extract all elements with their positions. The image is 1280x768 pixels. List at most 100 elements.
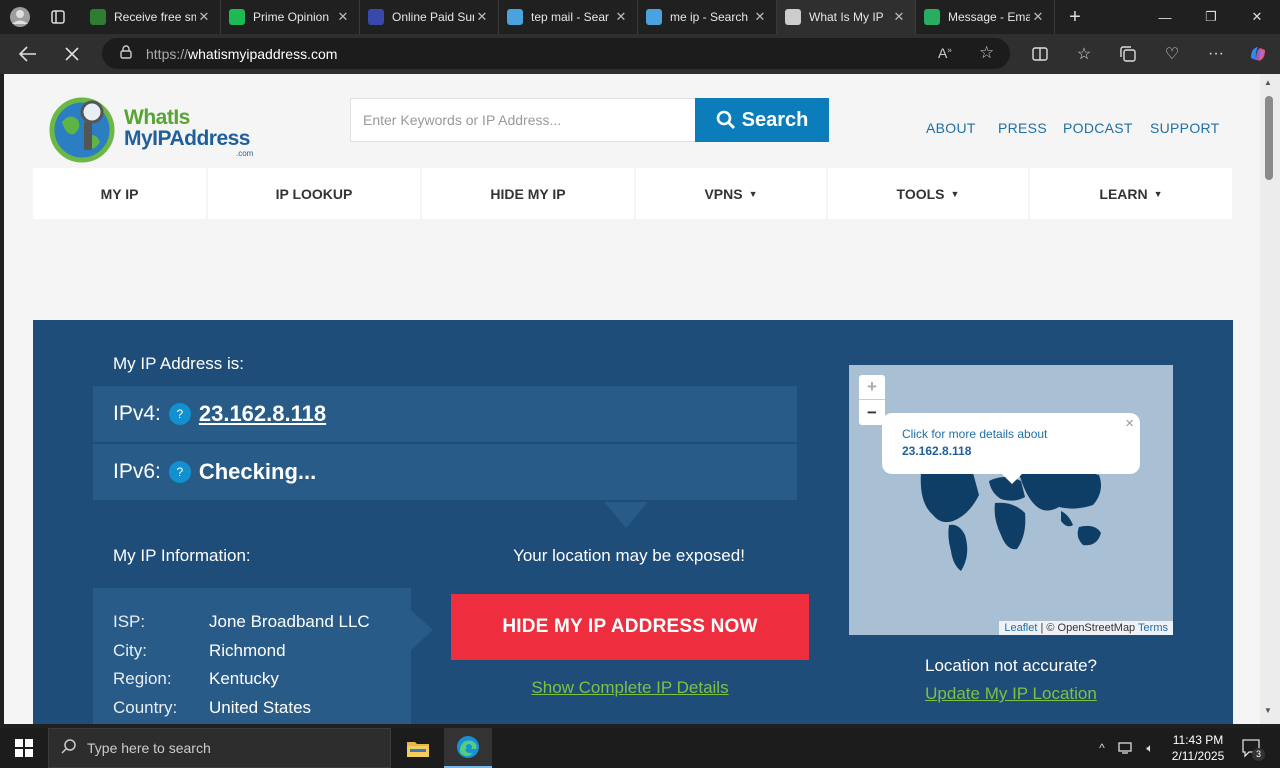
tab-close-icon[interactable]: ✕ [335,9,351,25]
top-link-support[interactable]: SUPPORT [1150,120,1220,136]
info-box-pointer [411,610,433,650]
notification-count: 3 [1252,748,1265,761]
back-button[interactable] [8,34,48,74]
browser-essentials-icon[interactable]: ♡ [1150,34,1194,74]
profile-avatar-icon[interactable] [6,3,34,31]
caret-down-icon: ▼ [1153,188,1163,199]
taskbar-clock[interactable]: 11:43 PM 2/11/2025 [1160,732,1236,764]
top-link-about[interactable]: ABOUT [926,120,976,136]
browser-tab[interactable]: Online Paid Sur ✕ [360,0,499,34]
search-icon [716,110,735,129]
location-map[interactable]: + − Click for more details about 23.162.… [849,365,1173,635]
popup-ip: 23.162.8.118 [902,444,972,458]
copilot-icon[interactable] [1236,34,1280,74]
stop-loading-button[interactable] [52,34,92,74]
settings-more-icon[interactable]: ··· [1194,34,1238,74]
tab-title: Online Paid Sur [392,10,474,24]
site-logo[interactable]: WhatIs MyIPAddress .com [48,92,258,164]
tab-title: Message - Ema [948,10,1030,24]
ipv4-value[interactable]: 23.162.8.118 [199,401,326,427]
ipv4-row: IPv4: ? 23.162.8.118 [93,386,797,442]
location-question: Location not accurate? [924,656,1097,675]
browser-tab[interactable]: Receive free sms✕ [82,0,221,34]
update-location-link[interactable]: Update My IP Location [849,684,1173,704]
star-icon [229,9,245,25]
read-aloud-icon[interactable]: A» [938,45,952,61]
tab-actions-icon[interactable] [44,3,72,31]
search-button[interactable]: Search [695,98,829,142]
tab-close-icon[interactable]: ✕ [474,9,490,25]
tab-close-icon[interactable]: ✕ [752,9,768,25]
url-host: whatismyipaddress.com [188,45,338,62]
main-navigation: MY IP IP LOOKUP HIDE MY IP VPNS ▼ TOOLS ▼ … [33,168,1232,219]
browser-tab[interactable]: tep mail - Sear ✕ [499,0,638,34]
nav-hide-my-ip[interactable]: HIDE MY IP [422,168,636,219]
clock-date: 2/11/2025 [1171,749,1225,763]
nav-learn[interactable]: LEARN ▼ [1030,168,1232,219]
search-button-label: Search [741,108,809,131]
favorites-icon[interactable]: ☆ [1062,34,1106,74]
globe-logo-icon [49,97,115,163]
nav-ip-lookup[interactable]: IP LOOKUP [208,168,422,219]
ip-info-box: ISP: Jone Broadband LLC City: Richmond Reg… [93,588,411,724]
ipv4-help-icon[interactable]: ? [168,403,191,425]
start-button[interactable] [0,728,48,768]
tray-overflow-icon[interactable]: ^ [1092,728,1112,768]
lock-icon[interactable] [120,45,132,62]
site-search-input[interactable]: Enter Keywords or IP Address... [350,98,696,142]
zoom-in-button[interactable]: + [859,375,885,400]
restore-button[interactable]: ❐ [1188,0,1234,34]
page-scrollbar[interactable]: ▲ ▼ [1260,74,1280,724]
popup-close-icon[interactable]: × [1125,415,1134,432]
ip-hero-panel: My IP Address is: IPv4: ? 23.162.8.118 I… [33,320,1233,724]
map-zoom-control: + − [859,375,885,425]
nav-vpns[interactable]: VPNS ▼ [636,168,828,219]
scroll-down-icon[interactable]: ▼ [1264,706,1272,715]
split-screen-icon[interactable] [1018,34,1062,74]
edge-browser-icon[interactable] [444,728,492,768]
nav-my-ip[interactable]: MY IP [33,168,208,219]
clock-time: 11:43 PM [1172,733,1224,747]
scroll-up-icon[interactable]: ▲ [1264,78,1272,87]
world-map-icon [920,468,1101,571]
url-bar[interactable]: https://whatismyipaddress.com A» ☆ [102,38,1010,69]
tab-close-icon[interactable]: ✕ [1030,9,1046,25]
browser-tab[interactable]: me ip - Search ✕ [638,0,777,34]
info-row-city: City: Richmond [113,640,286,660]
favorite-star-icon[interactable]: ☆ [979,43,994,63]
collections-icon[interactable] [1106,34,1150,74]
web-page: WhatIs MyIPAddress .com Enter Keywords o… [4,74,1260,724]
tab-close-icon[interactable]: ✕ [613,9,629,25]
ip-box-pointer [604,502,648,528]
taskbar-search[interactable]: Type here to search [48,728,391,768]
file-explorer-icon[interactable] [394,728,442,768]
ipv6-help-icon[interactable]: ? [168,461,191,483]
browser-tab[interactable]: Prime Opinion ✕ [221,0,360,34]
tab-title: Prime Opinion [253,10,330,24]
search-icon [61,738,77,759]
hide-my-ip-button[interactable]: HIDE MY IP ADDRESS NOW [451,594,809,660]
close-window-button[interactable]: ✕ [1234,0,1280,34]
show-ip-details-link[interactable]: Show Complete IP Details [451,678,809,698]
notification-center-icon[interactable]: 3 [1236,728,1266,768]
info-row-region: Region: Kentucky [113,669,279,689]
leaflet-link[interactable]: Leaflet [1004,622,1037,634]
top-link-podcast[interactable]: PODCAST [1063,120,1133,136]
logo-text-line3: .com [236,149,254,158]
browser-tab[interactable]: What Is My IP ✕ [777,0,916,34]
terms-link[interactable]: Terms [1138,622,1168,634]
top-link-press[interactable]: PRESS [998,120,1047,136]
volume-icon[interactable]: 🔈︎ [1138,728,1162,768]
browser-tab[interactable]: Message - Ema ✕ [916,0,1055,34]
nav-tools[interactable]: TOOLS ▼ [828,168,1030,219]
logo-text-line2: MyIPAddress [124,127,251,150]
new-tab-button[interactable]: + [1055,0,1095,34]
scroll-thumb[interactable] [1265,96,1273,180]
popup-text: Click for more details about [902,427,1048,441]
ip-heading: My IP Address is: [113,354,245,373]
tab-close-icon[interactable]: ✕ [196,9,212,25]
tab-close-icon[interactable]: ✕ [891,9,907,25]
network-icon[interactable] [1114,728,1138,768]
map-popup[interactable]: Click for more details about 23.162.8.11… [882,413,1140,474]
minimize-button[interactable]: — [1142,0,1188,34]
